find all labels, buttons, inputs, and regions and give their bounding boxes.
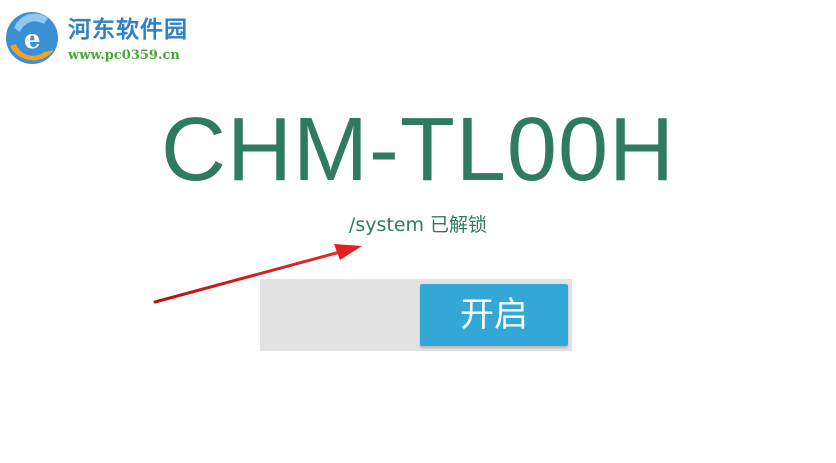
watermark-site-name: 河东软件园: [68, 16, 188, 43]
watermark-url: www.pc0359.cn: [68, 48, 180, 63]
system-status-text: /system 已解锁: [348, 214, 488, 236]
svg-text:e: e: [24, 25, 41, 55]
device-model-title: CHM-TL00H: [160, 100, 676, 200]
watermark: e 河东软件园 www.pc0359.cn: [4, 6, 234, 70]
enable-button[interactable]: 开启: [420, 284, 568, 346]
unlock-toggle[interactable]: 开启: [260, 279, 572, 351]
watermark-logo-icon: e: [6, 12, 58, 64]
screen: e 河东软件园 www.pc0359.cn CHM-TL00H /system …: [0, 0, 836, 463]
